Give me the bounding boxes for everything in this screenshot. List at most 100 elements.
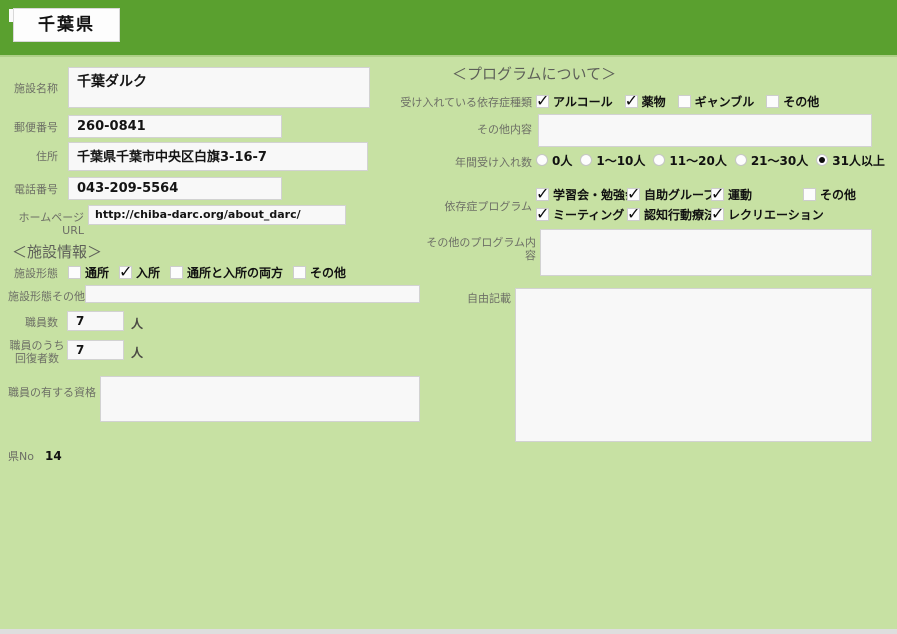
checkbox-exercise[interactable]: 運動 — [711, 184, 753, 203]
checkbox-label: その他 — [820, 188, 857, 202]
prefecture-title: 千葉県 — [13, 8, 120, 42]
checkbox-icon[interactable] — [536, 91, 549, 110]
header-bar — [0, 0, 897, 57]
radio-31-plus[interactable]: 31人以上 — [816, 152, 885, 169]
staff-count-label: 職員数 — [25, 316, 58, 329]
checkbox-label: ギャンブル — [694, 94, 755, 109]
checkbox-icon[interactable] — [293, 265, 307, 279]
phone-field[interactable]: 043-209-5564 — [68, 177, 282, 200]
checkbox-label: アルコール — [553, 94, 613, 109]
program-other-label: その他のプログラム内容 — [426, 236, 536, 262]
qualification-textarea[interactable] — [100, 376, 420, 422]
checkbox-label: 通所と入所の両方 — [187, 265, 284, 280]
homepage-url-label: ホームページURL — [18, 211, 84, 237]
checkbox-recreation[interactable]: レクリエーション — [711, 204, 824, 223]
checkbox-label: 学習会・勉強会 — [553, 188, 638, 202]
accepted-addictions-group: アルコール 薬物 ギャンブル その他 — [536, 91, 819, 110]
pref-no-label: 県No — [8, 450, 34, 463]
checkbox-icon[interactable] — [711, 184, 724, 203]
radio-label: 1～10人 — [596, 153, 646, 168]
checkbox-drugs[interactable]: 薬物 — [624, 91, 666, 110]
checkbox-label: その他 — [783, 94, 820, 109]
window-bottom-edge — [0, 629, 897, 634]
checkbox-program-other[interactable]: その他 — [803, 186, 856, 203]
postal-code-label: 郵便番号 — [14, 121, 58, 134]
checkbox-icon[interactable] — [170, 265, 184, 279]
radio-21-30[interactable]: 21～30人 — [734, 152, 809, 169]
annual-intake-label: 年間受け入れ数 — [455, 156, 532, 169]
checkbox-gambling[interactable]: ギャンブル — [677, 93, 755, 110]
homepage-url-field[interactable]: http://chiba-darc.org/about_darc/ — [88, 205, 346, 225]
recovered-staff-label-line2: 回復者数 — [15, 352, 59, 365]
facility-info-heading: ＜施設情報＞ — [12, 243, 103, 261]
recovered-staff-unit: 人 — [131, 346, 144, 360]
address-field[interactable]: 千葉県千葉市中央区白旗3-16-7 — [68, 142, 368, 171]
checkbox-icon[interactable] — [803, 188, 816, 201]
radio-label: 21～30人 — [750, 153, 809, 168]
checkbox-icon[interactable] — [119, 262, 132, 281]
other-content-field[interactable] — [538, 114, 872, 147]
recovered-staff-label-line1: 職員のうち — [9, 339, 65, 352]
free-entry-label: 自由記載 — [467, 292, 511, 305]
checkbox-tsusho[interactable]: 通所 — [68, 264, 109, 281]
radio-icon[interactable] — [536, 154, 548, 166]
checkbox-icon[interactable] — [711, 204, 724, 223]
radio-1-10[interactable]: 1～10人 — [580, 152, 645, 169]
radio-icon[interactable] — [816, 154, 829, 166]
annual-intake-group: 0人 1～10人 11～20人 21～30人 31人以上 — [536, 151, 885, 169]
checkbox-icon[interactable] — [536, 184, 549, 203]
facility-type-other-field[interactable] — [85, 285, 420, 303]
facility-type-group: 通所 入所 通所と入所の両方 その他 — [68, 262, 346, 281]
radio-icon[interactable] — [734, 154, 747, 166]
checkbox-study-group[interactable]: 学習会・勉強会 — [536, 184, 638, 203]
checkbox-addiction-other[interactable]: その他 — [766, 93, 819, 110]
postal-code-field[interactable]: 260-0841 — [68, 115, 282, 138]
facility-type-other-label: 施設形態その他 — [8, 290, 85, 303]
checkbox-icon[interactable] — [536, 204, 549, 223]
radio-icon[interactable] — [653, 154, 666, 166]
radio-11-20[interactable]: 11～20人 — [653, 152, 727, 169]
checkbox-icon[interactable] — [68, 265, 81, 279]
checkbox-label: 薬物 — [641, 94, 666, 109]
pref-no-value: 14 — [45, 449, 62, 463]
checkbox-label: 認知行動療法 — [644, 208, 717, 222]
checkbox-icon[interactable] — [766, 94, 780, 108]
checkbox-label: レクリエーション — [728, 208, 824, 222]
address-label: 住所 — [36, 150, 58, 163]
checkbox-icon[interactable] — [624, 91, 638, 110]
staff-count-unit: 人 — [131, 317, 144, 331]
checkbox-label: 通所 — [85, 265, 110, 280]
qualification-label: 職員の有する資格 — [8, 386, 96, 399]
program-heading: ＜プログラムについて＞ — [452, 65, 617, 83]
checkbox-cbt[interactable]: 認知行動療法 — [627, 204, 717, 223]
free-entry-textarea[interactable] — [515, 288, 872, 442]
staff-count-field[interactable]: 7 — [67, 311, 124, 331]
radio-label: 11～20人 — [669, 153, 727, 168]
checkbox-label: 運動 — [728, 188, 753, 202]
other-content-label: その他内容 — [477, 123, 532, 136]
accepted-addictions-label: 受け入れている依存症種類 — [400, 96, 532, 109]
recovered-staff-label: 職員のうち 回復者数 — [8, 339, 66, 365]
checkbox-icon[interactable] — [677, 94, 691, 108]
recovered-staff-field[interactable]: 7 — [67, 340, 124, 360]
checkbox-self-help-group[interactable]: 自助グループ — [627, 184, 715, 203]
checkbox-meeting[interactable]: ミーティング — [536, 204, 625, 223]
form-page: 千葉県 施設名称 千葉ダルク 郵便番号 260-0841 住所 千葉県千葉市中央… — [0, 0, 897, 634]
checkbox-alcohol[interactable]: アルコール — [536, 91, 613, 110]
program-other-textarea[interactable] — [540, 229, 872, 276]
checkbox-nyusho[interactable]: 入所 — [119, 262, 160, 281]
facility-name-field[interactable]: 千葉ダルク — [68, 67, 370, 108]
radio-label: 31人以上 — [832, 153, 885, 168]
phone-label: 電話番号 — [14, 183, 58, 196]
addiction-programs-label: 依存症プログラム — [444, 200, 532, 213]
facility-type-label: 施設形態 — [14, 267, 58, 280]
checkbox-icon[interactable] — [627, 204, 640, 223]
radio-icon[interactable] — [580, 154, 593, 166]
checkbox-both[interactable]: 通所と入所の両方 — [170, 264, 283, 281]
radio-label: 0人 — [552, 153, 573, 168]
radio-0[interactable]: 0人 — [536, 152, 572, 169]
checkbox-icon[interactable] — [627, 184, 640, 203]
checkbox-label: ミーティング — [553, 208, 625, 222]
checkbox-type-other[interactable]: その他 — [293, 264, 346, 281]
checkbox-label: その他 — [310, 265, 347, 280]
